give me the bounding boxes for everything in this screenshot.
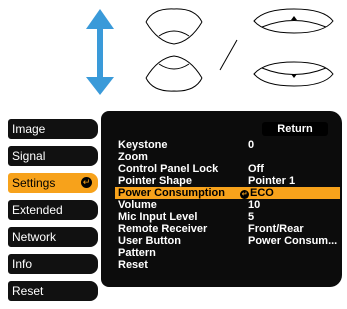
row-value: ECO (250, 187, 274, 199)
row-value: 5 (248, 211, 255, 223)
row-value: Front/Rear (248, 223, 304, 235)
row-label: Zoom (118, 151, 148, 163)
sidebar-item-label: Extended (12, 203, 63, 217)
row-label: Reset (118, 259, 148, 271)
row-value: Off (248, 163, 264, 175)
menu-row-pointer-shape[interactable]: Pointer Shape Pointer 1 (115, 175, 340, 187)
menu-row-control-panel-lock[interactable]: Control Panel Lock Off (115, 163, 340, 175)
slash-separator (219, 39, 238, 71)
menu-row-reset[interactable]: Reset (115, 259, 340, 271)
menu-row-user-button[interactable]: User Button Power Consum... (115, 235, 340, 247)
row-value: 10 (248, 199, 261, 211)
row-label: Mic Input Level (118, 211, 198, 223)
button-outline-top-icon (145, 8, 203, 45)
menu-row-keystone[interactable]: Keystone 0 (115, 139, 340, 151)
sidebar-item-network[interactable]: Network (8, 227, 98, 247)
sidebar-item-label: Image (12, 122, 46, 136)
menu-row-pattern[interactable]: Pattern (115, 247, 340, 259)
sidebar-item-reset[interactable]: Reset (8, 281, 98, 301)
menu-row-power-consumption[interactable]: Power Consumption ↵ ECO (115, 187, 340, 199)
row-value: Pointer 1 (248, 175, 296, 187)
menu-row-volume[interactable]: Volume 10 (115, 199, 340, 211)
menu-row-mic-input-level[interactable]: Mic Input Level 5 (115, 211, 340, 223)
button-outline-bottom-icon (145, 55, 203, 92)
row-label: Control Panel Lock (118, 163, 219, 175)
row-label: Power Consumption (118, 187, 225, 199)
row-label: Pointer Shape (118, 175, 192, 187)
row-label: User Button (118, 235, 181, 247)
enter-icon: ↵ (240, 190, 249, 199)
sidebar-item-info[interactable]: Info (8, 254, 98, 274)
sidebar-item-label: Signal (12, 149, 46, 163)
navigation-diagram (86, 8, 334, 95)
row-label: Remote Receiver (118, 223, 208, 235)
sidebar-item-label: Info (12, 257, 33, 271)
row-label: Pattern (118, 247, 156, 259)
menu-row-remote-receiver[interactable]: Remote Receiver Front/Rear (115, 223, 340, 235)
up-button-icon (253, 8, 334, 34)
sidebar-item-label: Reset (12, 284, 44, 298)
row-value: Power Consum... (248, 235, 338, 247)
sidebar-item-settings[interactable]: Settings ↵ (8, 173, 98, 193)
row-label: Keystone (118, 139, 168, 151)
row-value: 0 (248, 139, 255, 151)
settings-panel: Return Keystone 0 Zoom Control Panel Loc… (101, 111, 342, 287)
sidebar-item-label: Network (12, 230, 57, 244)
sidebar-item-extended[interactable]: Extended (8, 200, 98, 220)
down-button-icon (253, 61, 334, 87)
sidebar-item-label: Settings (12, 176, 56, 190)
up-down-arrow-icon (86, 9, 114, 95)
sidebar-item-image[interactable]: Image (8, 119, 98, 139)
menu-row-zoom[interactable]: Zoom (115, 151, 340, 163)
enter-icon: ↵ (81, 177, 92, 188)
row-value-wrapper: ↵ ECO (240, 187, 274, 199)
sidebar-item-signal[interactable]: Signal (8, 146, 98, 166)
row-label: Volume (118, 199, 157, 211)
return-button[interactable]: Return (262, 122, 328, 136)
